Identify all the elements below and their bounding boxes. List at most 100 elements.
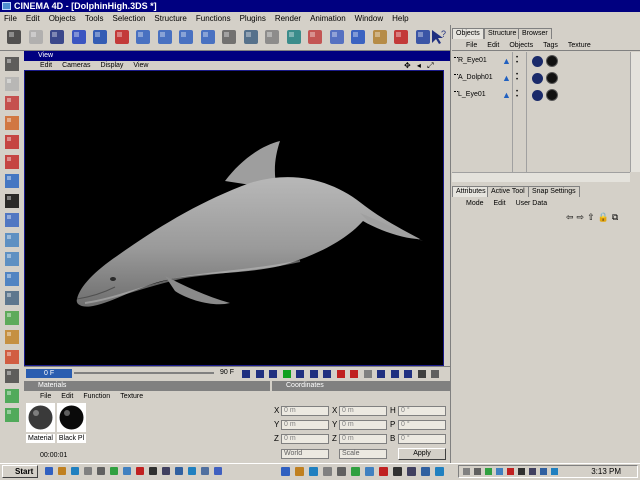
record-icon[interactable] — [335, 368, 347, 380]
view-menu-edit[interactable]: Edit — [40, 62, 52, 69]
z-axis-icon[interactable] — [176, 27, 196, 47]
program3-icon[interactable] — [308, 466, 319, 477]
prev-frame-icon[interactable] — [267, 368, 279, 380]
menu-objects[interactable]: Objects — [49, 14, 76, 23]
menu-plugins[interactable]: Plugins — [240, 14, 266, 23]
timeline-current-frame[interactable]: 0 F — [26, 369, 72, 378]
edges-mode-icon[interactable] — [2, 133, 22, 151]
object-row[interactable]: R_Eye01 ▲ • • — [452, 55, 630, 69]
edge-tool-icon[interactable] — [305, 27, 325, 47]
attributes-menu-user-data[interactable]: User Data — [516, 200, 548, 207]
view-navigation-icons[interactable]: ✥ ◂ ⤢ ▫ — [404, 61, 444, 80]
objects-menu-objects[interactable]: Objects — [509, 42, 533, 49]
bevel-icon[interactable] — [2, 309, 22, 327]
move-icon[interactable] — [69, 27, 89, 47]
tab-active-tool[interactable]: Active Tool — [487, 186, 529, 197]
prev-key-icon[interactable] — [254, 368, 266, 380]
knife-icon[interactable] — [2, 289, 22, 307]
cube-select-icon[interactable] — [2, 270, 22, 288]
media-icon[interactable] — [83, 466, 93, 476]
render-picture-viewer-icon[interactable] — [370, 27, 390, 47]
object-row[interactable]: A_Dolph01 ▲ • • — [452, 72, 630, 86]
play-icon[interactable] — [281, 368, 293, 380]
next-frame-icon[interactable] — [294, 368, 306, 380]
menu-edit[interactable]: Edit — [26, 14, 40, 23]
help-cursor-icon[interactable]: ? — [428, 27, 448, 47]
menu-structure[interactable]: Structure — [154, 14, 186, 23]
x-axis-icon[interactable] — [133, 27, 153, 47]
app9-icon[interactable] — [213, 466, 223, 476]
program6-icon[interactable] — [350, 466, 361, 477]
sculpt-icon[interactable] — [2, 406, 22, 424]
points-mode-icon[interactable] — [2, 114, 22, 132]
render-view-icon[interactable] — [348, 27, 368, 47]
polygons-mode-icon[interactable] — [2, 153, 22, 171]
size-z-field[interactable]: 0 m — [339, 434, 387, 444]
playback-controls[interactable] — [240, 368, 450, 380]
chrome-icon[interactable] — [109, 466, 119, 476]
scale-key-icon[interactable] — [389, 368, 401, 380]
view-menu-cameras[interactable]: Cameras — [62, 62, 90, 69]
size-x-field[interactable]: 0 m — [339, 406, 387, 416]
phong-tag-icon[interactable] — [532, 73, 543, 84]
go-to-start-icon[interactable] — [240, 368, 252, 380]
program2-icon[interactable] — [294, 466, 305, 477]
object-row[interactable]: L_Eye01 ▲ • • — [452, 89, 630, 103]
objects-menu-texture[interactable]: Texture — [568, 42, 591, 49]
rot-h-field[interactable]: 0 ° — [398, 406, 446, 416]
objects-menu-tags[interactable]: Tags — [543, 42, 558, 49]
size-y-field[interactable]: 0 m — [339, 420, 387, 430]
phong-tag-icon[interactable] — [532, 90, 543, 101]
magnet-icon[interactable] — [2, 231, 22, 249]
extrude-icon[interactable] — [2, 328, 22, 346]
coordinate-system-icon[interactable] — [198, 27, 218, 47]
point-level-icon[interactable] — [429, 368, 441, 380]
menu-functions[interactable]: Functions — [196, 14, 231, 23]
layout-icon[interactable] — [2, 55, 22, 73]
undo-icon[interactable] — [4, 27, 24, 47]
keyframe-icon[interactable] — [362, 368, 374, 380]
app4-icon[interactable] — [148, 466, 158, 476]
go-to-end-icon[interactable] — [321, 368, 333, 380]
y-axis-icon[interactable] — [155, 27, 175, 47]
menu-file[interactable]: File — [4, 14, 17, 23]
objects-hscrollbar[interactable] — [452, 172, 630, 182]
tab-objects[interactable]: Objects — [452, 28, 484, 39]
objects-menu-edit[interactable]: Edit — [487, 42, 499, 49]
size-mode-select[interactable]: Scale — [339, 449, 387, 459]
start-button[interactable]: Start — [2, 465, 38, 478]
material-tag-icon[interactable] — [546, 72, 558, 84]
app5-icon[interactable] — [161, 466, 171, 476]
view-menu-view[interactable]: View — [133, 62, 148, 69]
desktop-icon[interactable] — [70, 466, 80, 476]
objects-menu-file[interactable]: File — [466, 42, 477, 49]
redo-icon[interactable] — [26, 27, 46, 47]
render-settings-icon[interactable] — [391, 27, 411, 47]
texture-tool-icon[interactable] — [262, 27, 282, 47]
point-tool-icon[interactable] — [284, 27, 304, 47]
menu-render[interactable]: Render — [275, 14, 301, 23]
autokey-icon[interactable] — [348, 368, 360, 380]
material-swatch[interactable]: Black Pl — [57, 403, 86, 443]
hair-icon[interactable] — [2, 387, 22, 405]
pos-z-field[interactable]: 0 m — [281, 434, 329, 444]
material-tag-icon[interactable] — [546, 55, 558, 67]
polygon-tool-icon[interactable] — [327, 27, 347, 47]
apply-button[interactable]: Apply — [398, 448, 446, 460]
sweep-icon[interactable] — [2, 367, 22, 385]
materials-menu-texture[interactable]: Texture — [120, 393, 143, 400]
material-tag-icon[interactable] — [546, 89, 558, 101]
app6-icon[interactable] — [174, 466, 184, 476]
program10-icon[interactable] — [406, 466, 417, 477]
tab-browser[interactable]: Browser — [518, 28, 552, 39]
world-axis-icon[interactable] — [2, 94, 22, 112]
attributes-menu-edit[interactable]: Edit — [494, 200, 506, 207]
program12-icon[interactable] — [434, 466, 445, 477]
materials-menu-edit[interactable]: Edit — [61, 393, 73, 400]
visibility-dots[interactable]: • • — [516, 89, 518, 100]
bend-icon[interactable] — [2, 211, 22, 229]
pos-x-field[interactable]: 0 m — [281, 406, 329, 416]
visibility-dots[interactable]: • • — [516, 55, 518, 66]
program7-icon[interactable] — [364, 466, 375, 477]
app8-icon[interactable] — [200, 466, 210, 476]
